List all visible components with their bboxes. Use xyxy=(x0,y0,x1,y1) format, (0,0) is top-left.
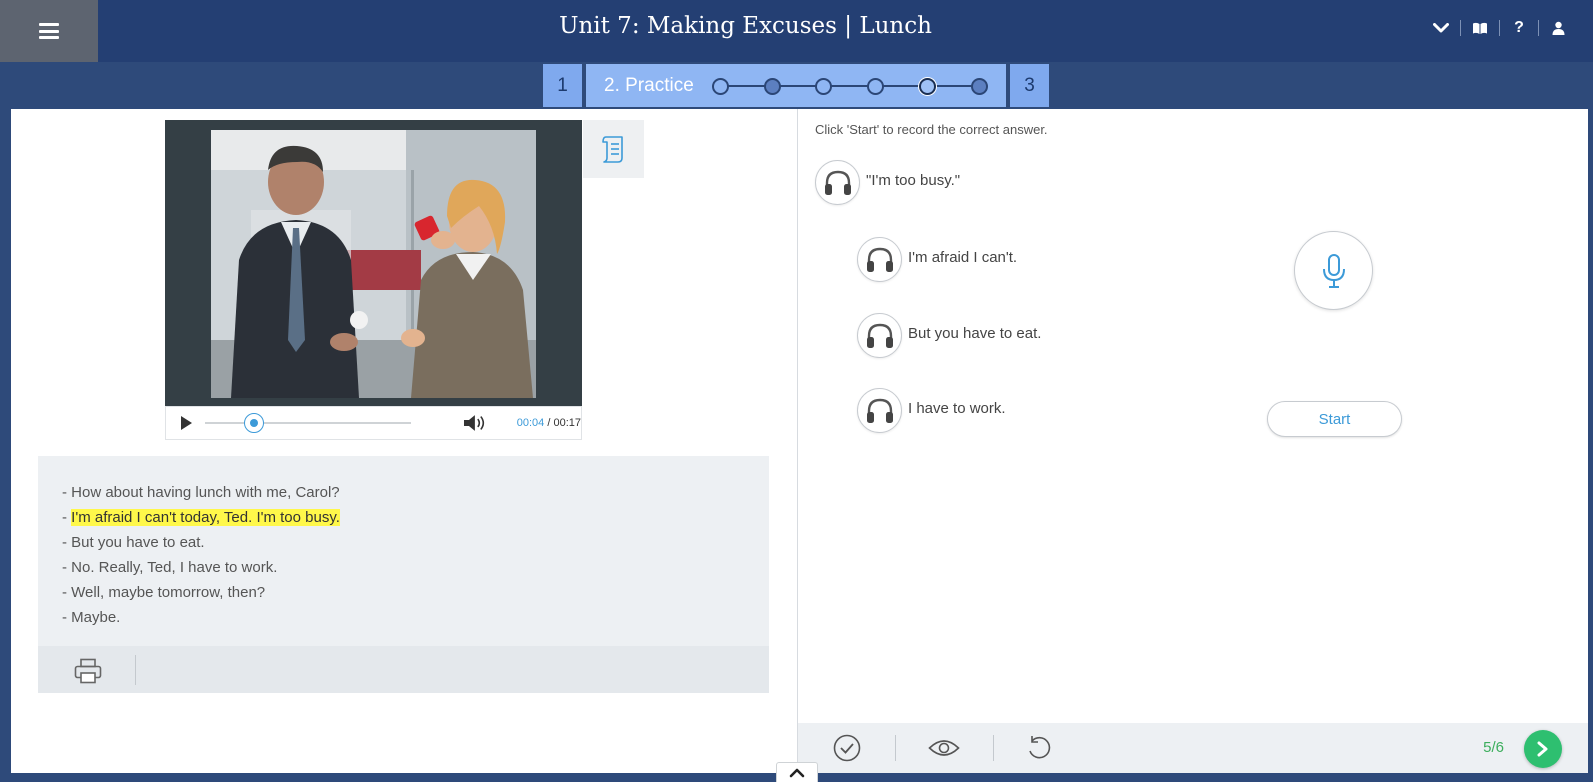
dialogue-line-text: - But you have to eat. xyxy=(62,534,205,551)
headphones-icon xyxy=(866,398,893,423)
separator xyxy=(993,735,994,761)
current-time: 00:04 xyxy=(516,417,545,429)
dialogue-line-text: - xyxy=(62,509,72,526)
option-1-text: I'm afraid I can't. xyxy=(908,249,1018,266)
video-player[interactable] xyxy=(165,120,582,438)
chevron-down-icon[interactable] xyxy=(1422,17,1460,39)
task-dot-3[interactable] xyxy=(815,77,833,95)
option-3-audio-button[interactable] xyxy=(857,388,902,433)
page-title: Unit 7: Making Excuses | Lunch xyxy=(559,13,932,39)
top-bar: Unit 7: Making Excuses | Lunch ? xyxy=(0,0,1593,62)
reset-button[interactable] xyxy=(1023,732,1055,764)
option-2-text: But you have to eat. xyxy=(908,325,1042,342)
record-button[interactable] xyxy=(1294,231,1373,310)
video-controls: 00:04 / 00:17 xyxy=(165,406,582,440)
left-panel: 00:04 / 00:17 - How about having lunch w… xyxy=(11,109,797,773)
dialogue-footer xyxy=(38,646,769,693)
undo-icon xyxy=(1029,736,1051,759)
header-toolbar: ? xyxy=(1422,16,1577,40)
dialogue-line-text: - How about having lunch with me, Carol? xyxy=(62,484,340,501)
separator xyxy=(895,735,896,761)
seek-handle[interactable] xyxy=(243,413,264,433)
dialogue-line: - I'm afraid I can't today, Ted. I'm too… xyxy=(62,505,745,530)
eye-icon xyxy=(928,740,960,756)
chevron-right-icon xyxy=(1537,741,1548,757)
task-counter: 5/6 xyxy=(1483,739,1504,756)
duration: 00:17 xyxy=(553,417,581,429)
step-active-label: 2. Practice xyxy=(604,74,694,96)
chevron-up-icon xyxy=(789,768,805,777)
script-icon xyxy=(601,136,623,163)
exercise-footer: 5/6 xyxy=(798,723,1588,773)
headphones-icon xyxy=(866,323,893,348)
dialogue-line-text: - Maybe. xyxy=(62,609,121,626)
step-2-practice-tab[interactable]: 2. Practice xyxy=(586,64,1006,107)
separator xyxy=(135,655,136,685)
dialogue-transcript: - How about having lunch with me, Carol?… xyxy=(38,456,769,646)
help-icon[interactable]: ? xyxy=(1500,17,1538,39)
dialogue-line: - No. Really, Ted, I have to work. xyxy=(62,555,745,580)
collapse-toggle[interactable] xyxy=(776,762,818,782)
print-icon[interactable] xyxy=(74,658,102,684)
prompt-audio-button[interactable] xyxy=(815,160,860,205)
headphones-icon xyxy=(824,170,851,195)
headphones-icon xyxy=(866,247,893,272)
dialogue-line: - Maybe. xyxy=(62,605,745,630)
dialogue-line-text: - No. Really, Ted, I have to work. xyxy=(62,559,278,576)
video-frame xyxy=(211,130,536,398)
dialogue-line-text: - Well, maybe tomorrow, then? xyxy=(62,584,266,601)
option-3-text: I have to work. xyxy=(908,400,1006,417)
progress-line xyxy=(719,84,980,87)
time-display: 00:04 / 00:17 xyxy=(517,417,581,429)
right-panel: Click 'Start' to record the correct answ… xyxy=(798,109,1588,773)
task-dot-2[interactable] xyxy=(763,77,781,95)
check-icon xyxy=(833,734,861,762)
check-answer-button[interactable] xyxy=(831,732,863,764)
show-answer-button[interactable] xyxy=(928,732,960,764)
transcript-button[interactable] xyxy=(583,120,644,178)
menu-button[interactable] xyxy=(0,0,98,62)
start-button[interactable]: Start xyxy=(1267,401,1402,437)
volume-icon[interactable] xyxy=(463,414,487,432)
instruction-text: Click 'Start' to record the correct answ… xyxy=(815,122,1048,137)
step-navigation: 1 2. Practice 3 xyxy=(543,64,1049,107)
book-icon[interactable] xyxy=(1461,17,1499,39)
task-dot-1[interactable] xyxy=(711,77,729,95)
dialogue-line: - Well, maybe tomorrow, then? xyxy=(62,580,745,605)
step-1-tab[interactable]: 1 xyxy=(543,64,582,107)
menu-icon xyxy=(39,23,59,39)
microphone-icon xyxy=(1322,253,1345,288)
highlighted-line-text: I'm afraid I can't today, Ted. I'm too b… xyxy=(71,509,340,526)
task-progress-dots xyxy=(711,76,988,96)
task-dot-6[interactable] xyxy=(970,77,988,95)
user-icon[interactable] xyxy=(1539,17,1577,39)
prompt-text: "I'm too busy." xyxy=(866,172,961,189)
play-icon[interactable] xyxy=(181,416,192,430)
option-2-audio-button[interactable] xyxy=(857,313,902,358)
next-button[interactable] xyxy=(1524,730,1562,768)
seek-bar[interactable] xyxy=(205,413,411,433)
task-dot-5[interactable] xyxy=(918,77,936,95)
step-3-tab[interactable]: 3 xyxy=(1010,64,1049,107)
dialogue-line: - But you have to eat. xyxy=(62,530,745,555)
option-1-audio-button[interactable] xyxy=(857,237,902,282)
dialogue-line: - How about having lunch with me, Carol? xyxy=(62,480,745,505)
task-dot-4[interactable] xyxy=(867,77,885,95)
